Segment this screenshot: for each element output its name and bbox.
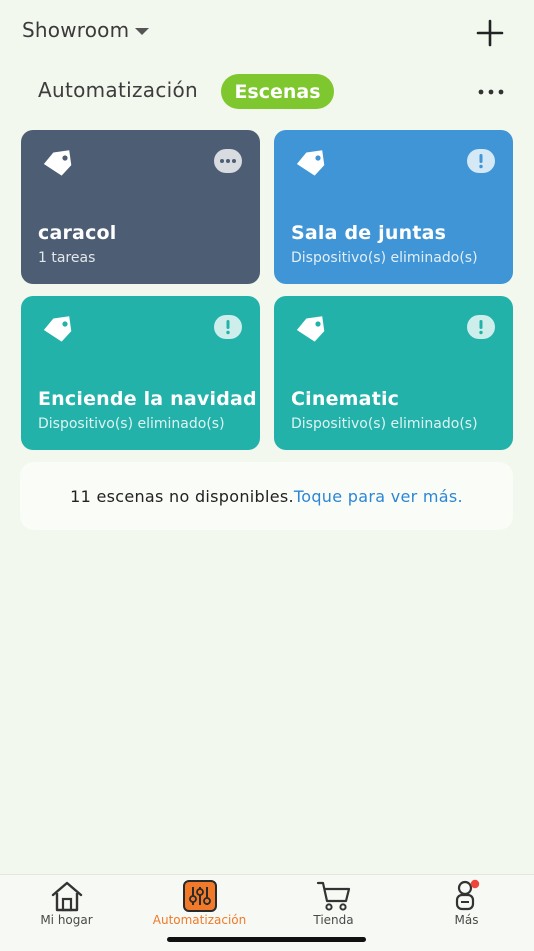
nav-item-home[interactable]: Mi hogar: [0, 875, 133, 935]
warning-icon: [467, 315, 495, 339]
scene-subtitle: Dispositivo(s) eliminado(s): [291, 416, 478, 432]
scene-card-caracol[interactable]: caracol 1 tareas: [21, 130, 260, 284]
scene-subtitle: 1 tareas: [38, 250, 96, 266]
caret-down-icon: [135, 27, 150, 35]
scene-title: caracol: [38, 222, 117, 244]
scene-title: Cinematic: [291, 388, 400, 410]
scene-card-sala-de-juntas[interactable]: Sala de juntas Dispositivo(s) eliminado(…: [274, 130, 513, 284]
tab-automation[interactable]: Automatización: [38, 78, 198, 102]
top-bar: Showroom: [0, 0, 534, 66]
warning-icon: [214, 315, 242, 339]
scene-subtitle: Dispositivo(s) eliminado(s): [291, 250, 478, 266]
nav-item-more[interactable]: Más: [400, 875, 533, 935]
nav-label: Tienda: [313, 913, 354, 927]
tag-icon: [296, 316, 325, 342]
nav-item-store[interactable]: Tienda: [267, 875, 400, 935]
home-name: Showroom: [22, 18, 130, 42]
cart-icon: [316, 881, 350, 911]
unavailable-scenes-text: 11 escenas no disponibles.: [70, 486, 294, 506]
tag-icon: [43, 150, 72, 176]
warning-icon: [467, 149, 495, 173]
more-icon[interactable]: [214, 149, 242, 173]
scene-subtitle: Dispositivo(s) eliminado(s): [38, 416, 225, 432]
nav-label: Más: [454, 913, 479, 927]
nav-label: Mi hogar: [40, 913, 93, 927]
nav-item-automation[interactable]: Automatización: [133, 875, 266, 935]
home-indicator: [167, 937, 366, 942]
profile-icon: [455, 879, 479, 911]
more-options-icon[interactable]: [474, 80, 508, 104]
automation-icon: [182, 880, 217, 912]
home-icon: [51, 881, 82, 912]
see-more-link[interactable]: Toque para ver más.: [294, 487, 463, 506]
add-icon[interactable]: [470, 14, 510, 52]
tag-icon: [296, 150, 325, 176]
nav-label: Automatización: [152, 913, 247, 927]
scene-card-cinematic[interactable]: Cinematic Dispositivo(s) eliminado(s): [274, 296, 513, 450]
scene-title: Sala de juntas: [291, 222, 447, 244]
scene-title: Enciende la navidad: [38, 388, 257, 410]
scene-card-enciende-la-navidad[interactable]: Enciende la navidad Dispositivo(s) elimi…: [21, 296, 260, 450]
tab-scenes[interactable]: Escenas: [221, 74, 334, 109]
tab-bar: Automatización Escenas: [0, 72, 534, 112]
home-selector[interactable]: Showroom: [22, 18, 150, 42]
unavailable-scenes-banner: 11 escenas no disponibles. Toque para ver…: [20, 462, 513, 530]
tag-icon: [43, 316, 72, 342]
